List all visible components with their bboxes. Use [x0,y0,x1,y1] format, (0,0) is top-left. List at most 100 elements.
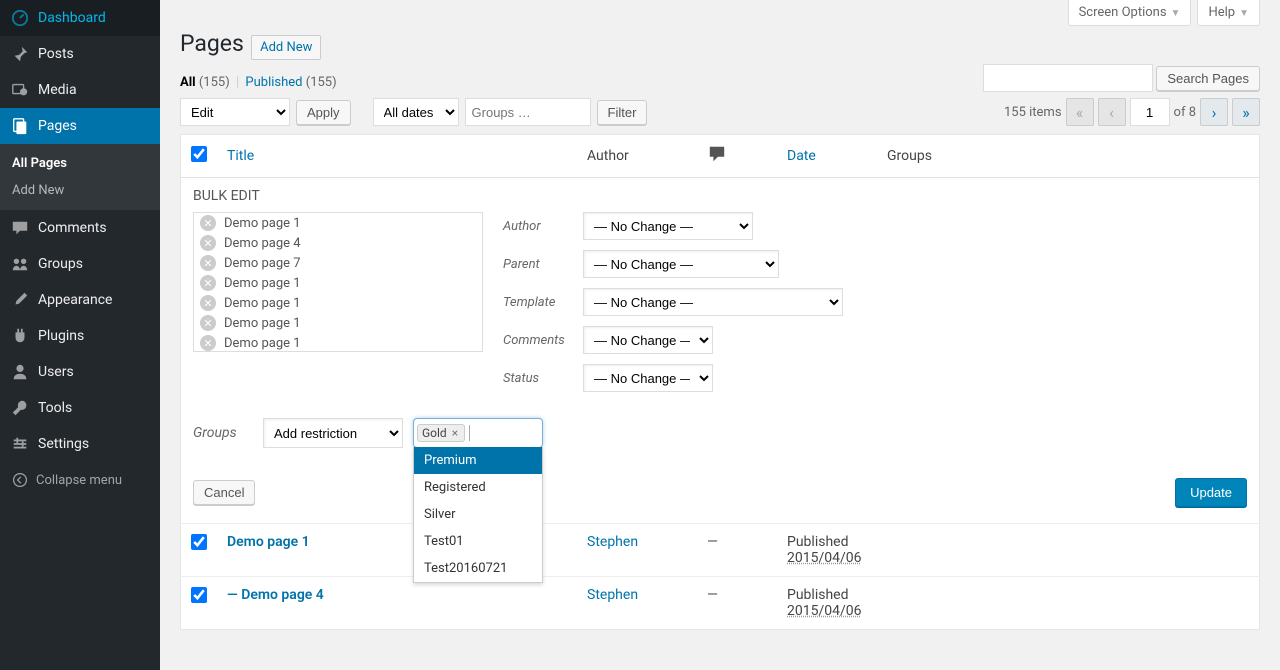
collapse-icon [10,470,30,490]
parent-label: Parent [503,257,583,272]
table-row: — Demo page 4 Stephen — Published2015/04… [181,577,1260,630]
dropdown-option[interactable]: Registered [414,474,542,501]
bulk-edit-heading: BULK EDIT [193,188,1247,204]
main-content: Screen Options▼ Help▼ Pages Add New All … [160,0,1280,670]
bulk-action-select[interactable]: Edit [180,98,290,126]
sidebar-item-posts[interactable]: Posts [0,36,160,72]
admin-sidebar: Dashboard Posts Media Pages All Pages Ad… [0,0,160,670]
sidebar-item-appearance[interactable]: Appearance [0,282,160,318]
groups-action-select[interactable]: Add restriction [263,418,403,448]
filter-button[interactable]: Filter [597,100,648,125]
row-author-link[interactable]: Stephen [587,587,638,603]
dashboard-icon [10,8,30,28]
row-comments: — [707,587,718,603]
sidebar-item-media[interactable]: Media [0,72,160,108]
sidebar-label: Appearance [38,292,112,308]
comment-icon [10,218,30,238]
token-remove-icon[interactable]: × [450,426,460,440]
first-page-button: « [1066,98,1094,126]
text-cursor [469,425,470,441]
select-all-checkbox[interactable] [191,146,207,162]
help-tab[interactable]: Help▼ [1197,0,1260,26]
sidebar-item-plugins[interactable]: Plugins [0,318,160,354]
filter-published[interactable]: Published [245,75,302,90]
remove-icon[interactable]: ✕ [200,295,216,311]
sidebar-label: Pages [38,118,77,134]
settings-icon [10,434,30,454]
bulk-edit-panel: BULK EDIT ✕Demo page 1 ✕Demo page 4 ✕Dem… [181,178,1260,524]
dropdown-option[interactable]: Silver [414,501,542,528]
media-icon [10,80,30,100]
next-page-button[interactable]: › [1200,98,1228,126]
pages-icon [10,116,30,136]
sidebar-item-comments[interactable]: Comments [0,210,160,246]
sidebar-label: Dashboard [38,10,106,26]
bulk-selected-item: ✕Demo page 1 [194,333,482,352]
bulk-selected-item: ✕Demo page 1 [194,273,482,293]
row-checkbox[interactable] [191,587,207,603]
comments-column-icon [707,151,727,167]
template-select[interactable]: — No Change — [583,288,843,316]
collapse-label: Collapse menu [36,473,122,488]
sidebar-item-dashboard[interactable]: Dashboard [0,0,160,36]
column-title[interactable]: Title [227,148,254,164]
remove-icon[interactable]: ✕ [200,215,216,231]
sidebar-item-groups[interactable]: Groups [0,246,160,282]
apply-button[interactable]: Apply [296,100,351,125]
row-author-link[interactable]: Stephen [587,534,638,550]
last-page-button[interactable]: » [1232,98,1260,126]
sidebar-submenu: All Pages Add New [0,144,160,210]
remove-icon[interactable]: ✕ [200,315,216,331]
page-title: Pages [180,30,244,57]
submenu-add-new[interactable]: Add New [0,177,160,204]
current-page-input[interactable] [1130,98,1170,126]
search-button[interactable]: Search Pages [1156,66,1260,91]
sidebar-item-settings[interactable]: Settings [0,426,160,462]
column-author: Author [587,148,629,164]
status-label: Status [503,371,583,386]
author-label: Author [503,219,583,234]
sidebar-label: Comments [38,220,107,236]
remove-icon[interactable]: ✕ [200,235,216,251]
row-title-link[interactable]: Demo page 1 [227,534,310,550]
update-button[interactable]: Update [1175,478,1247,507]
submenu-all-pages[interactable]: All Pages [0,150,160,177]
remove-icon[interactable]: ✕ [200,275,216,291]
sidebar-item-pages[interactable]: Pages [0,108,160,144]
search-input[interactable] [983,64,1153,92]
collapse-menu[interactable]: Collapse menu [0,462,160,498]
pagination: 155 items « ‹ of 8 › » [1004,98,1260,126]
filter-all[interactable]: All [180,75,196,90]
screen-options-tab[interactable]: Screen Options▼ [1068,0,1192,26]
users-icon [10,362,30,382]
row-date: 2015/04/06 [787,550,862,566]
groups-token-input[interactable]: Gold× Premium Registered Silver Test01 T… [413,418,543,448]
add-new-button[interactable]: Add New [251,35,321,60]
plugins-icon [10,326,30,346]
sidebar-item-users[interactable]: Users [0,354,160,390]
row-status: Published [787,587,848,603]
row-checkbox[interactable] [191,534,207,550]
bulk-selected-item: ✕Demo page 1 [194,213,482,233]
dropdown-option[interactable]: Test20160721 [414,555,542,582]
dropdown-option[interactable]: Premium [414,447,542,474]
row-title-link[interactable]: — Demo page 4 [227,587,324,603]
remove-icon[interactable]: ✕ [200,255,216,271]
screen-meta-tabs: Screen Options▼ Help▼ [1068,0,1260,26]
sidebar-item-tools[interactable]: Tools [0,390,160,426]
column-date[interactable]: Date [787,148,816,164]
groups-filter-input[interactable] [465,98,591,126]
status-select[interactable]: — No Change — [583,364,713,392]
remove-icon[interactable]: ✕ [200,335,216,351]
appearance-icon [10,290,30,310]
parent-select[interactable]: — No Change — [583,250,779,278]
sidebar-label: Media [38,82,77,98]
pin-icon [10,44,30,64]
comments-select[interactable]: — No Change — [583,326,713,354]
prev-page-button: ‹ [1098,98,1126,126]
author-select[interactable]: — No Change — [583,212,753,240]
dropdown-option[interactable]: Test01 [414,528,542,555]
date-filter-select[interactable]: All dates [373,98,459,126]
cancel-button[interactable]: Cancel [193,480,255,505]
bulk-selected-list[interactable]: ✕Demo page 1 ✕Demo page 4 ✕Demo page 7 ✕… [193,212,483,352]
